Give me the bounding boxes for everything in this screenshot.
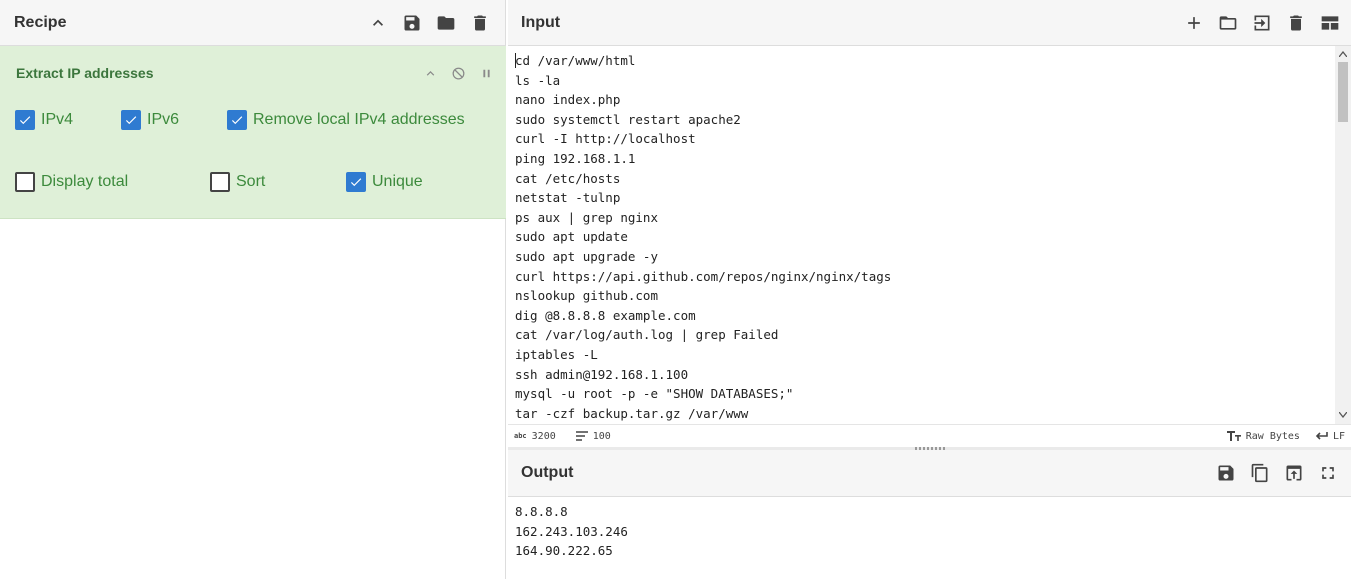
char-count: abc 3200 — [514, 431, 556, 442]
open-folder-icon[interactable] — [1217, 12, 1239, 34]
input-line: curl -I http://localhost — [515, 131, 696, 147]
input-line: sudo apt update — [515, 229, 628, 245]
clear-input-trash-icon[interactable] — [1285, 12, 1307, 34]
recipe-header: Recipe — [0, 0, 505, 46]
recipe-pane: Recipe Extract IP addresses IPv4 IPv6 Re… — [0, 0, 506, 579]
checkbox-checked-icon[interactable] — [346, 172, 366, 192]
checkbox-label: Sort — [236, 173, 266, 190]
save-output-icon[interactable] — [1215, 462, 1237, 484]
checkbox-label: Remove local IPv4 addresses — [253, 111, 465, 128]
operation-title: Extract IP addresses — [16, 65, 154, 81]
text-format-icon — [1226, 431, 1241, 441]
disable-operation-icon[interactable] — [450, 65, 466, 81]
input-line: sudo apt upgrade -y — [515, 248, 658, 264]
input-line: nano index.php — [515, 92, 621, 108]
reset-layout-icon[interactable] — [1319, 12, 1341, 34]
input-line: nslookup github.com — [515, 288, 658, 304]
encoding-label: Raw Bytes — [1245, 430, 1300, 442]
output-line: 162.243.103.246 — [515, 523, 628, 539]
checkbox-checked-icon[interactable] — [227, 110, 247, 130]
lines-icon — [575, 431, 588, 441]
checkbox-unchecked-icon[interactable] — [15, 172, 35, 192]
input-title: Input — [521, 13, 561, 31]
output-text-area[interactable]: 8.8.8.8 162.243.103.246 164.90.222.65 — [508, 497, 1351, 566]
eol-label: LF — [1332, 430, 1345, 442]
eol-selector[interactable]: LF — [1314, 431, 1345, 442]
chevron-up-icon[interactable] — [422, 65, 438, 81]
char-count-value: 3200 — [531, 430, 556, 442]
checkbox-label: Unique — [372, 173, 423, 190]
input-line: cat /var/log/auth.log | grep Failed — [515, 327, 779, 343]
maximise-output-icon[interactable] — [1317, 462, 1339, 484]
input-line: cat /etc/hosts — [515, 170, 621, 186]
output-line: 8.8.8.8 — [515, 504, 568, 519]
output-pane: Output 8.8.8.8 162.243.103.246 164.90.222.… — [508, 450, 1351, 579]
input-line: ps aux | grep nginx — [515, 209, 658, 225]
scroll-thumb[interactable] — [1338, 62, 1348, 122]
save-recipe-icon[interactable] — [401, 12, 423, 34]
input-line: iptables -L — [515, 346, 598, 362]
operation-extract-ip[interactable]: Extract IP addresses IPv4 IPv6 Remove lo… — [0, 46, 506, 219]
output-line: 164.90.222.65 — [515, 543, 613, 559]
input-text-area[interactable]: cd /var/www/html ls -la nano index.php sudo… — [508, 46, 1335, 424]
return-arrow-icon — [1315, 432, 1328, 440]
encoding-selector[interactable]: Raw Bytes — [1226, 430, 1300, 442]
output-header: Output — [508, 450, 1351, 497]
input-line: cd /var/www/html — [515, 53, 636, 68]
input-line: curl https://api.github.com/repos/nginx/… — [515, 268, 892, 284]
input-line: ssh admin@192.168.1.100 — [515, 366, 689, 382]
checkbox-unchecked-icon[interactable] — [210, 172, 230, 192]
input-line: netstat -tulnp — [515, 190, 621, 206]
chevron-up-icon[interactable] — [367, 12, 389, 34]
input-line: sudo systemctl restart apache2 — [515, 111, 741, 127]
load-recipe-folder-icon[interactable] — [435, 12, 457, 34]
input-status-bar: abc 3200 100 Raw Bytes LF — [508, 424, 1351, 447]
checkbox-ipv4[interactable]: IPv4 — [15, 110, 73, 130]
input-line: ls -la — [515, 72, 561, 88]
pause-breakpoint-icon[interactable] — [478, 65, 494, 81]
input-header: Input — [508, 0, 1351, 46]
checkbox-sort[interactable]: Sort — [210, 172, 265, 192]
text-caret — [515, 53, 516, 68]
checkbox-label: Display total — [41, 173, 129, 190]
input-line: mysql -u root -p -e "SHOW DATABASES;" — [515, 386, 794, 402]
open-file-input-icon[interactable] — [1251, 12, 1273, 34]
checkbox-remove-local-ipv4[interactable]: Remove local IPv4 addresses — [227, 110, 465, 130]
checkbox-display-total[interactable]: Display total — [15, 172, 128, 192]
checkbox-checked-icon[interactable] — [121, 110, 141, 130]
checkbox-label: IPv4 — [41, 111, 74, 128]
checkbox-label: IPv6 — [147, 111, 180, 128]
input-line: ping 192.168.1.1 — [515, 150, 636, 166]
replace-input-with-output-icon[interactable] — [1283, 462, 1305, 484]
checkbox-ipv6[interactable]: IPv6 — [121, 110, 179, 130]
output-title: Output — [521, 464, 574, 481]
checkbox-checked-icon[interactable] — [15, 110, 35, 130]
input-line: dig @8.8.8.8 example.com — [515, 307, 696, 323]
add-tab-plus-icon[interactable] — [1183, 12, 1205, 34]
scroll-down-arrow-icon[interactable] — [1339, 412, 1347, 418]
line-count: 100 — [575, 430, 611, 442]
scroll-up-arrow-icon[interactable] — [1339, 51, 1347, 57]
line-count-value: 100 — [592, 430, 611, 442]
checkbox-unique[interactable]: Unique — [346, 172, 423, 192]
input-pane: Input cd /var/www/html ls -la nano index… — [508, 0, 1351, 447]
copy-output-icon[interactable] — [1249, 462, 1271, 484]
char-count-icon: abc — [514, 432, 527, 440]
recipe-title: Recipe — [14, 13, 67, 31]
input-line: tar -czf backup.tar.gz /var/www — [515, 405, 749, 421]
clear-recipe-trash-icon[interactable] — [469, 12, 491, 34]
input-scrollbar[interactable] — [1335, 46, 1351, 424]
cyberchef-app: Recipe Extract IP addresses IPv4 IPv6 Re… — [0, 0, 1351, 579]
